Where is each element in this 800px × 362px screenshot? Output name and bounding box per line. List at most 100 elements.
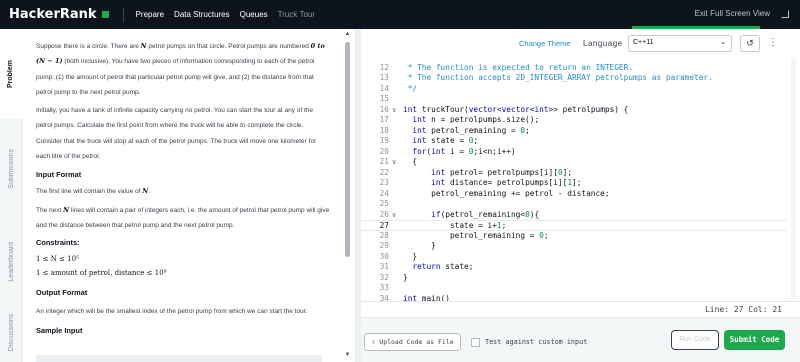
- submit-code-button[interactable]: Submit Code: [724, 330, 785, 350]
- code-line[interactable]: 26 ∨ if(petrol_remaining<0){: [361, 210, 795, 221]
- code-line[interactable]: 12 * The function is expected to return …: [361, 63, 795, 74]
- fold-chevron-icon[interactable]: ∨: [392, 210, 400, 221]
- logo-mark-icon: [101, 11, 109, 18]
- language-label: Language: [583, 39, 623, 48]
- input-format-line-2: The next N lines will contain a pair of …: [36, 205, 330, 229]
- change-theme-link[interactable]: Change Theme: [519, 39, 571, 48]
- line-number: 19: [379, 136, 389, 145]
- line-number: 22: [379, 167, 389, 177]
- line-number: 15: [379, 94, 389, 103]
- line-number: 28: [379, 230, 389, 240]
- code-line[interactable]: 14 */: [361, 84, 795, 95]
- line-number: 29: [379, 241, 389, 250]
- output-format-heading: Output Format: [36, 288, 88, 298]
- code-line[interactable]: 28 petrol_remaining = 0;: [361, 231, 795, 242]
- code-line[interactable]: 23 int distance= petrolpumps[i][1];: [361, 178, 795, 189]
- code-text: if(petrol_remaining<0){: [431, 209, 540, 219]
- line-number: 18: [379, 125, 389, 135]
- custom-input-label[interactable]: Test against custom input: [485, 338, 587, 346]
- code-line[interactable]: 20 for(int i = 0;i<n;i++): [361, 147, 795, 158]
- sample-input-box: [36, 355, 322, 362]
- editor-toolbar: [361, 29, 800, 59]
- upload-icon: ⇧: [371, 338, 376, 346]
- problem-scrollbar-thumb[interactable]: [345, 42, 350, 257]
- code-line[interactable]: 17 int n = petrolpumps.size();: [361, 115, 795, 126]
- code-line[interactable]: 21 ∨ {: [361, 157, 795, 168]
- line-number: 32: [379, 272, 389, 282]
- code-text: int main(): [403, 293, 450, 302]
- tab-submissions-label: Submissions: [7, 149, 15, 189]
- code-text: int petrol_remaining = 0;: [412, 125, 530, 135]
- fold-chevron-icon[interactable]: ∨: [392, 157, 400, 168]
- line-number: 34: [379, 293, 389, 302]
- code-line[interactable]: 18 int petrol_remaining = 0;: [361, 126, 795, 137]
- constraint-1: 1 ≤ N ≤ 10⁵: [36, 255, 79, 264]
- line-number: 31: [379, 262, 389, 271]
- constraint-2: 1 ≤ amount of petrol, distance ≤ 10⁹: [36, 269, 167, 278]
- code-text: }: [403, 251, 418, 261]
- language-select[interactable]: C++11 ⌄: [628, 35, 732, 52]
- scroll-down-arrow-icon[interactable]: ▼: [344, 352, 351, 358]
- topbar-divider: [122, 7, 124, 22]
- tab-submissions[interactable]: Submissions: [0, 124, 22, 214]
- line-number: 30: [379, 251, 389, 261]
- code-line[interactable]: 33: [361, 283, 795, 294]
- exit-fullscreen-link[interactable]: Exit Full Screen View: [695, 9, 770, 18]
- code-text: }: [403, 241, 436, 250]
- tab-leaderboard-label: Leaderboard: [7, 242, 15, 282]
- code-text: int petrol= petrolpumps[i][0];: [431, 167, 573, 177]
- line-number: 20: [379, 146, 389, 156]
- code-line[interactable]: 29 }: [361, 241, 795, 252]
- code-line[interactable]: 13 * The function accepts 2D_INTEGER_ARR…: [361, 73, 795, 84]
- tab-discussions[interactable]: Discussions: [0, 314, 22, 362]
- code-line[interactable]: 27 state = i+1;: [361, 220, 787, 231]
- upload-code-button[interactable]: ⇧ Upload Code as File: [364, 333, 461, 351]
- tab-problem[interactable]: Problem: [0, 29, 22, 119]
- code-line[interactable]: 19 int state = 0;: [361, 136, 795, 147]
- problem-statement: Suppose there is a circle. There are N p…: [22, 29, 345, 362]
- fold-chevron-icon[interactable]: ∨: [392, 105, 400, 116]
- code-line[interactable]: 25: [361, 199, 795, 210]
- tab-leaderboard[interactable]: Leaderboard: [0, 217, 22, 307]
- sample-input-heading: Sample Input: [36, 325, 83, 335]
- breadcrumb-queues[interactable]: Queues: [240, 10, 268, 19]
- code-text: int state = 0;: [412, 136, 479, 145]
- code-line[interactable]: 32}: [361, 273, 795, 284]
- expand-icon[interactable]: [781, 10, 789, 18]
- logo-text: HackerRank: [9, 7, 97, 22]
- code-line[interactable]: 31 return state;: [361, 262, 795, 273]
- custom-input-checkbox[interactable]: [471, 338, 480, 347]
- code-text: int truckTour(vector<vector<int>> petrol…: [403, 104, 629, 114]
- code-text: int n = petrolpumps.size();: [412, 115, 540, 124]
- upload-code-label: Upload Code as File: [379, 338, 454, 346]
- cursor-position: Line: 27 Col: 21: [704, 305, 782, 314]
- breadcrumb-prepare[interactable]: Prepare: [136, 10, 164, 19]
- line-number: 17: [379, 115, 389, 124]
- tab-discussions-label: Discussions: [7, 314, 15, 352]
- code-text: */: [403, 83, 418, 93]
- code-line[interactable]: 34 int main(): [361, 294, 795, 302]
- scroll-up-arrow-icon[interactable]: ▲: [344, 31, 351, 37]
- hackerrank-logo[interactable]: HackerRank: [0, 7, 109, 22]
- code-line[interactable]: 30 }: [361, 252, 795, 263]
- chevron-down-icon: ⌄: [720, 39, 726, 46]
- input-format-heading: Input Format: [36, 170, 82, 180]
- language-value: C++11: [633, 39, 654, 46]
- code-line[interactable]: 22 int petrol= petrolpumps[i][0];: [361, 168, 795, 179]
- code-line[interactable]: 24 petrol_remaining += petrol - distance…: [361, 189, 795, 200]
- line-number: 23: [379, 178, 389, 187]
- line-number: 12: [379, 62, 389, 72]
- editor-scrollbar[interactable]: [791, 59, 796, 299]
- kebab-menu-icon[interactable]: ⋮: [768, 36, 778, 50]
- breadcrumb-truck-tour: Truck Tour: [277, 10, 315, 19]
- history-icon[interactable]: ↺: [740, 35, 760, 52]
- line-number: 24: [379, 188, 389, 198]
- code-line[interactable]: 16 ∨ int truckTour(vector<vector<int>> pet…: [361, 105, 795, 116]
- run-code-button[interactable]: Run Code: [671, 330, 719, 350]
- code-text: int distance= petrolpumps[i][1];: [431, 178, 582, 187]
- code-editor[interactable]: 12 * The function is expected to return …: [361, 59, 795, 301]
- breadcrumb-data-structures[interactable]: Data Structures: [174, 10, 230, 19]
- code-line[interactable]: 15: [361, 94, 795, 105]
- code-text: {: [403, 157, 418, 166]
- code-text: * The function accepts 2D_INTEGER_ARRAY …: [403, 73, 713, 82]
